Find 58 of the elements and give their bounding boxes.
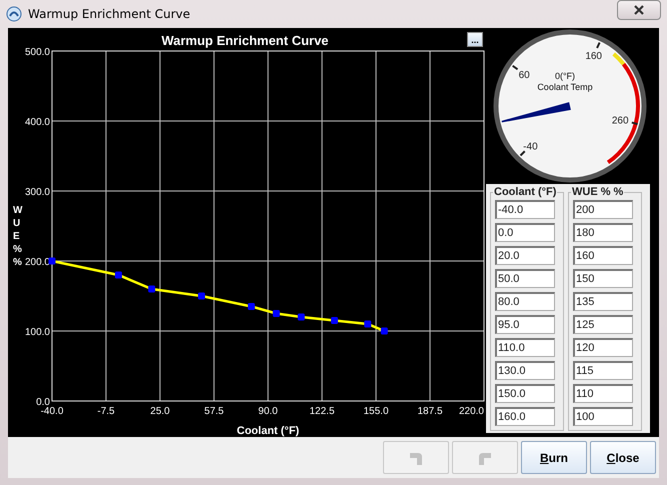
x-tick-label: 122.5 (309, 406, 335, 417)
x-axis-label: Coolant (°F) (236, 425, 300, 437)
column-header: Coolant (°F) (493, 186, 558, 198)
value-field[interactable]: -40.0 (495, 200, 555, 219)
curve-point[interactable] (114, 272, 122, 278)
value-field[interactable]: 125 (573, 315, 633, 334)
value-field[interactable]: 50.0 (495, 269, 555, 288)
gauge-tick-label: 260 (612, 115, 629, 126)
chart-title: Warmup Enrichment Curve (161, 33, 329, 48)
close-icon (633, 5, 645, 15)
close-button[interactable] (617, 0, 661, 20)
column-header: WUE % % (571, 186, 624, 198)
value-field[interactable]: 115 (573, 361, 633, 380)
curve-point[interactable] (364, 320, 372, 328)
x-tick-label: 155.0 (363, 406, 389, 417)
value-field[interactable]: 95.0 (495, 315, 555, 334)
curve-point[interactable] (330, 317, 338, 324)
x-tick-label: -40.0 (40, 406, 64, 417)
value-field[interactable]: 160 (573, 246, 633, 265)
value-field[interactable]: 150 (573, 269, 633, 288)
value-field[interactable]: 130.0 (495, 361, 555, 380)
value-field[interactable]: 100 (573, 407, 633, 426)
x-tick-label: 57.5 (204, 406, 224, 417)
value-field[interactable]: 110.0 (495, 338, 555, 357)
window-title: Warmup Enrichment Curve (28, 7, 190, 21)
action-button[interactable]: Burn (521, 441, 587, 474)
gauge-reading: 0(°F) (554, 71, 576, 81)
gauge-tick-label: 60 (518, 70, 530, 81)
value-field[interactable]: 80.0 (495, 292, 555, 311)
x-tick-label: 187.5 (417, 406, 443, 417)
value-field[interactable]: 120 (573, 338, 633, 357)
x-tick-label: 90.0 (258, 406, 278, 417)
y-axis-label: WUE % % (13, 204, 20, 269)
action-button[interactable]: Close (590, 441, 656, 474)
x-tick-label: 220.0 (458, 406, 484, 417)
x-tick-label: -7.5 (97, 406, 115, 417)
gauge-tick-label: -40 (523, 142, 538, 153)
value-field[interactable]: 0.0 (495, 223, 555, 242)
y-tick-label: 500.0 (24, 47, 50, 58)
gauge-tick-label: 160 (585, 51, 602, 62)
value-field[interactable]: 135 (573, 292, 633, 311)
value-field[interactable]: 160.0 (495, 407, 555, 426)
x-tick-label: 25.0 (150, 406, 170, 417)
app-icon (6, 6, 22, 22)
y-tick-label: 400.0 (24, 117, 50, 128)
y-tick-label: 100.0 (24, 327, 50, 338)
value-field[interactable]: 150.0 (495, 384, 555, 403)
y-tick-label: 300.0 (24, 187, 50, 198)
chart-menu-button[interactable]: ... (467, 32, 483, 47)
value-field[interactable]: 180 (573, 223, 633, 242)
curve-point[interactable] (248, 303, 255, 310)
gauge-label: Coolant Temp (537, 82, 593, 92)
y-tick-label: 0.0 (36, 397, 50, 408)
value-field[interactable]: 20.0 (495, 246, 555, 265)
curve-point[interactable] (380, 328, 388, 334)
curve-point[interactable] (198, 292, 206, 300)
value-field[interactable]: 200 (573, 200, 633, 219)
value-field[interactable]: 110 (573, 384, 633, 403)
